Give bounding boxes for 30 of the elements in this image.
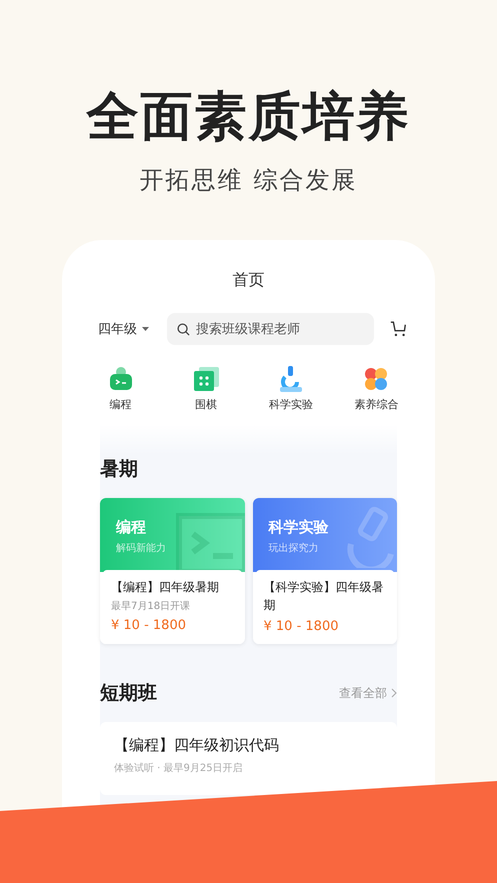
short-course-card[interactable]: 【编程】四年级初识代码 体验试听 · 最早9月25日开启 — [100, 722, 397, 795]
category-button[interactable]: 围棋 — [163, 365, 248, 412]
course-name: 【科学实验】四年级暑期 — [264, 579, 384, 614]
course-name: 【编程】四年级初识代码 — [114, 736, 280, 755]
cart-icon[interactable] — [390, 320, 407, 338]
course-card[interactable]: 编程 解码新能力 【编程】四年级暑期 最早7月18日开课 ¥ 10 - 1800 — [100, 498, 244, 644]
terminal-icon — [174, 512, 244, 572]
chevron-icon — [391, 688, 397, 698]
section-title: 暑期 — [100, 457, 138, 482]
headline: 全面素质培养 — [86, 86, 410, 149]
banner-subtitle: 玩出探究力 — [268, 542, 320, 555]
grade-dropdown[interactable]: 四年级 — [98, 320, 149, 338]
category-button[interactable]: 素养综合 — [334, 365, 419, 412]
section-title: 短期班 — [100, 681, 157, 706]
caret-icon — [142, 327, 149, 331]
course-meta: 体验试听 · 最早9月25日开启 — [114, 762, 244, 775]
banner-title: 科学实验 — [268, 518, 330, 537]
board-icon — [192, 365, 220, 393]
subtitle: 开拓思维 综合发展 — [140, 165, 358, 196]
course-name: 【编程】四年级暑期 — [111, 579, 220, 596]
course-card[interactable]: 科学实验 玩出探究力 【科学实验】四年级暑期 ¥ 10 - 1800 — [252, 498, 397, 644]
course-price: ¥ 10 - 1800 — [111, 618, 187, 633]
course-date: 最早7月18日开课 — [111, 600, 192, 613]
search-field[interactable]: 搜索班级课程老师 — [167, 313, 374, 345]
banner-title: 编程 — [116, 518, 147, 537]
screen-title: 首页 — [232, 270, 266, 291]
course-price: ¥ 10 - 1800 — [264, 619, 340, 634]
banner-subtitle: 解码新能力 — [116, 542, 167, 555]
category-button[interactable]: 编程 — [78, 365, 164, 412]
category-button[interactable]: 科学实验 — [248, 365, 334, 412]
